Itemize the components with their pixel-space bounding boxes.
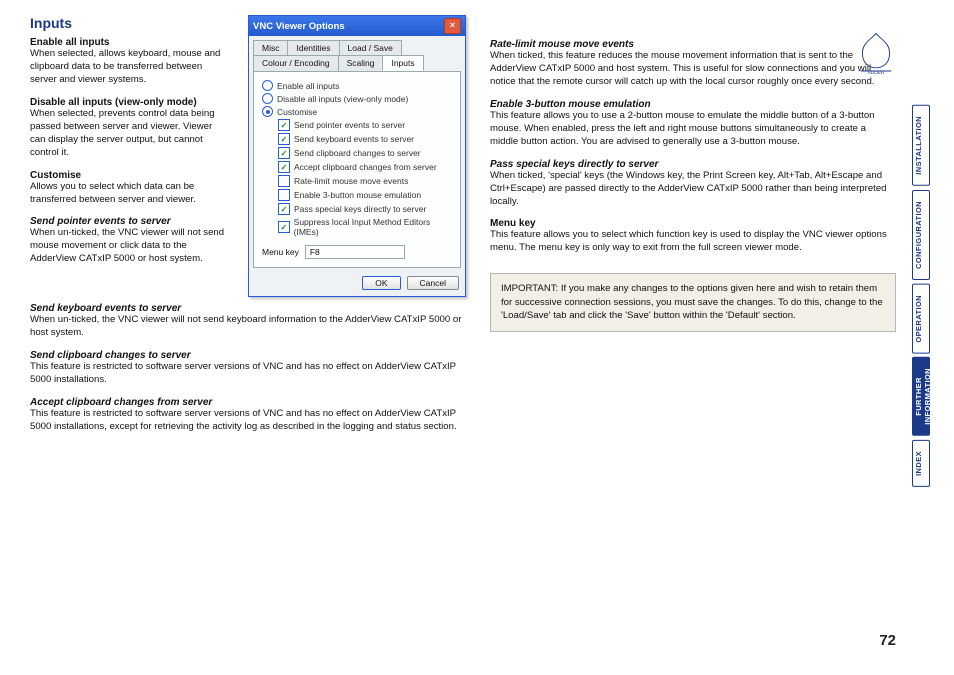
svg-text:ADDER: ADDER [868,70,885,75]
menu-key-select[interactable]: F8 [305,245,405,259]
dialog-title: VNC Viewer Options [253,21,345,32]
check-rate-limit[interactable]: Rate-limit mouse move events [278,175,452,187]
left-column: Inputs Enable all inputsWhen selected, a… [30,15,230,297]
body-text: This feature is restricted to software s… [30,408,472,434]
vnc-viewer-options-dialog: VNC Viewer Options × Misc Identities Loa… [248,15,466,297]
right-column: Rate-limit mouse move eventsWhen ticked,… [490,15,936,444]
tab-inputs[interactable]: Inputs [382,55,423,71]
heading: Send pointer events to server [30,216,230,227]
check-special-keys[interactable]: Pass special keys directly to server [278,203,452,215]
sidebar-nav: INSTALLATION CONFIGURATION OPERATION FUR… [912,105,930,487]
heading: Menu key [490,218,896,229]
sidebar-item-configuration[interactable]: CONFIGURATION [912,190,930,280]
ok-button[interactable]: OK [362,276,400,290]
heading: Pass special keys directly to server [490,159,896,170]
body-text: When ticked, 'special' keys (the Windows… [490,170,896,209]
heading: Accept clipboard changes from server [30,397,472,408]
important-note: IMPORTANT: If you make any changes to th… [490,273,896,331]
check-suppress-ime[interactable]: Suppress local Input Method Editors (IME… [278,217,452,237]
radio-disable-all[interactable]: Disable all inputs (view-only mode) [262,93,452,104]
tab-colour-encoding[interactable]: Colour / Encoding [253,55,339,71]
body-text: This feature allows you to use a 2-butto… [490,110,896,149]
body-text: This feature allows you to select which … [490,229,896,255]
page-title: Inputs [30,15,230,31]
sidebar-item-index[interactable]: INDEX [912,440,930,487]
body-text: When selected, prevents control data bei… [30,108,230,160]
radio-customise[interactable]: Customise [262,106,452,117]
body-text: This feature is restricted to software s… [30,361,472,387]
sidebar-item-installation[interactable]: INSTALLATION [912,105,930,186]
body-text: When un-ticked, the VNC viewer will not … [30,227,230,266]
body-text: Allows you to select which data can be t… [30,181,230,207]
cancel-button[interactable]: Cancel [407,276,459,290]
heading: Rate-limit mouse move events [490,39,896,50]
tab-load-save[interactable]: Load / Save [339,40,402,55]
body-text: When ticked, this feature reduces the mo… [490,50,896,89]
menu-key-label: Menu key [262,247,299,257]
tab-misc[interactable]: Misc [253,40,288,55]
check-accept-clipboard[interactable]: Accept clipboard changes from server [278,161,452,173]
check-3button[interactable]: Enable 3-button mouse emulation [278,189,452,201]
heading: Customise [30,170,230,181]
heading: Disable all inputs (view-only mode) [30,97,230,108]
radio-enable-all[interactable]: Enable all inputs [262,80,452,91]
check-send-pointer[interactable]: Send pointer events to server [278,119,452,131]
heading: Enable all inputs [30,37,230,48]
tab-scaling[interactable]: Scaling [338,55,384,71]
sidebar-item-further-information[interactable]: FURTHER INFORMATION [912,357,930,436]
close-icon[interactable]: × [444,18,461,34]
body-text: When selected, allows keyboard, mouse an… [30,48,230,87]
tab-identities[interactable]: Identities [287,40,339,55]
adder-logo-icon: ADDER [856,31,896,75]
heading: Send keyboard events to server [30,303,472,314]
heading: Enable 3-button mouse emulation [490,99,896,110]
body-text: When un-ticked, the VNC viewer will not … [30,314,472,340]
sidebar-item-operation[interactable]: OPERATION [912,284,930,354]
check-send-keyboard[interactable]: Send keyboard events to server [278,133,452,145]
check-send-clipboard[interactable]: Send clipboard changes to server [278,147,452,159]
heading: Send clipboard changes to server [30,350,472,361]
page-number: 72 [879,632,896,649]
left-column-full: Send keyboard events to serverWhen un-ti… [30,303,472,434]
